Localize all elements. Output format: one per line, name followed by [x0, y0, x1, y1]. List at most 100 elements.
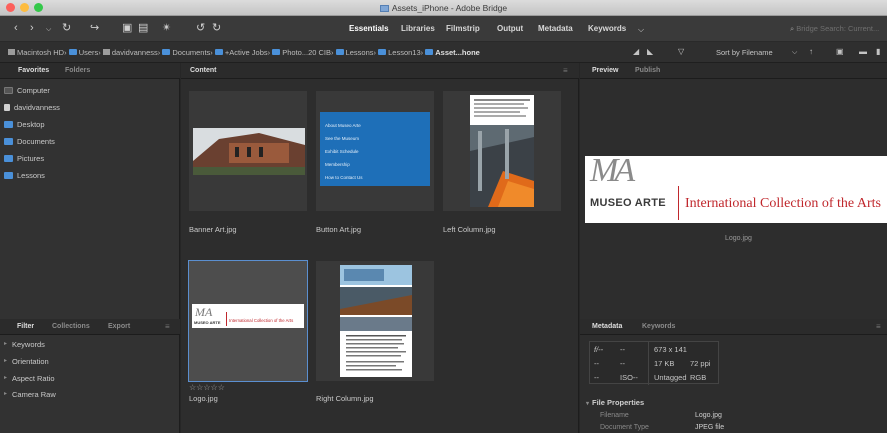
logo-tagline-small: International Collection of the Arts — [229, 318, 294, 323]
filter-item-keywords[interactable]: ▸ Keywords — [4, 340, 45, 349]
boomerang-icon[interactable]: ↪ — [90, 22, 99, 34]
search-input[interactable]: ⌕ Bridge Search: Current... — [790, 22, 882, 36]
tab-favorites[interactable]: Favorites — [18, 67, 49, 74]
thumbnail-left-column[interactable] — [443, 91, 561, 211]
folder-icon — [272, 49, 281, 55]
thumbnail-logo[interactable]: MA MUSEO ARTE International Collection o… — [188, 260, 308, 382]
rating-stars[interactable]: ☆☆☆☆☆ — [189, 383, 225, 392]
workspace-keywords[interactable]: Keywords — [588, 24, 626, 33]
tab-content[interactable]: Content — [190, 67, 216, 74]
panel-menu-icon[interactable]: ≡ — [563, 66, 568, 75]
button-art-menu-line: How to Contact Us — [325, 175, 363, 180]
dropdown-chevron-icon[interactable]: ⌵ — [46, 24, 51, 36]
panel-menu-icon[interactable]: ≡ — [165, 322, 170, 331]
tab-filter[interactable]: Filter — [17, 323, 34, 330]
right-panel: Preview Publish MA MUSEO ARTE Internatio… — [580, 63, 887, 433]
sort-chevron-icon[interactable]: ⌵ — [792, 49, 797, 57]
breadcrumb-item-active-jobs[interactable]: +Active Jobs — [214, 48, 268, 57]
workspace-filmstrip[interactable]: Filmstrip — [446, 24, 480, 33]
breadcrumb-item-assets[interactable]: Asset...hone — [425, 48, 480, 57]
rotate-left-icon[interactable]: ↺ — [196, 22, 205, 34]
preview-panel-header: Preview Publish — [580, 63, 887, 79]
dimensions-value: 673 x 141 — [654, 345, 687, 354]
favorites-panel-header: Favorites Folders — [0, 63, 180, 79]
banner-art-image — [193, 128, 305, 175]
new-folder-icon[interactable]: ▬ — [859, 47, 867, 56]
open-recent-icon[interactable]: ▣ — [836, 47, 844, 56]
thumbnail-button-art[interactable]: About Museo Arte See the Museum Exhibit … — [316, 91, 434, 211]
favorite-item-computer[interactable]: Computer — [4, 86, 50, 95]
flash-value: -- — [620, 359, 625, 368]
tab-folders[interactable]: Folders — [65, 67, 90, 74]
filter-items-icon[interactable]: ▽ — [678, 47, 684, 56]
home-icon — [102, 49, 110, 55]
sort-dropdown[interactable]: Sort by Filename — [716, 48, 773, 57]
property-label-document-type: Document Type — [600, 424, 649, 431]
color-profile-value: Untagged — [654, 373, 687, 382]
workspace-output[interactable]: Output — [497, 24, 523, 33]
file-properties-section[interactable]: ▾ File Properties — [586, 398, 644, 407]
property-label-filename: Filename — [600, 412, 629, 419]
content-panel: Content ≡ Banner Art.jpg About Museo Art… — [181, 63, 579, 433]
thumbnail-label: Button Art.jpg — [316, 225, 362, 234]
button-art-image: About Museo Arte See the Museum Exhibit … — [320, 112, 430, 186]
favorite-item-davidvanness[interactable]: davidvanness — [4, 103, 60, 112]
folder-icon — [162, 49, 171, 55]
workspace-libraries[interactable]: Libraries — [401, 24, 435, 33]
tab-collections[interactable]: Collections — [52, 323, 90, 330]
favorite-item-lessons[interactable]: Lessons — [4, 171, 45, 180]
breadcrumb-item-lessons[interactable]: Lessons — [335, 48, 374, 57]
trash-icon[interactable]: ▮ — [876, 47, 880, 56]
recent-history-icon[interactable]: ↻ — [62, 22, 71, 34]
metering-value: -- — [594, 373, 599, 382]
favorite-item-pictures[interactable]: Pictures — [4, 154, 44, 163]
workspace-essentials[interactable]: Essentials — [349, 24, 389, 33]
panel-menu-icon[interactable]: ≡ — [876, 322, 881, 331]
breadcrumb-item-davidvanness[interactable]: davidvanness — [102, 48, 158, 57]
thumbnail-label: Left Column.jpg — [443, 225, 496, 234]
tab-keywords[interactable]: Keywords — [642, 323, 675, 330]
tab-preview[interactable]: Preview — [592, 67, 618, 74]
tab-publish[interactable]: Publish — [635, 67, 660, 74]
tab-export[interactable]: Export — [108, 323, 130, 330]
sort-ascending-icon[interactable]: ↑ — [809, 47, 813, 56]
folder-icon — [214, 49, 223, 55]
folder-icon — [378, 49, 387, 55]
breadcrumb-item-macintosh-hd[interactable]: Macintosh HD — [8, 48, 64, 57]
button-art-menu-line: Membership — [325, 162, 350, 167]
refine-icon[interactable]: ▤ — [138, 22, 148, 34]
breadcrumb-item-lesson13[interactable]: Lesson13 — [378, 48, 421, 57]
workspace-metadata[interactable]: Metadata — [538, 24, 573, 33]
workspace-menu-chevron-icon[interactable]: ⌵ — [638, 24, 644, 36]
breadcrumb: Macintosh HD› Users› davidvanness› Docum… — [8, 48, 480, 57]
aperture-value: f/-- — [594, 345, 604, 354]
folder-icon — [4, 138, 13, 145]
camera-icon[interactable]: ▣ — [122, 22, 132, 34]
left-panel: Favorites Folders Computer davidvanness … — [0, 63, 180, 433]
rotate-right-icon[interactable]: ↻ — [212, 22, 221, 34]
tab-metadata[interactable]: Metadata — [592, 323, 622, 330]
filter-item-camera-raw[interactable]: ▸ Camera Raw — [4, 390, 56, 399]
property-value-document-type: JPEG file — [695, 424, 725, 431]
filter-item-aspect-ratio[interactable]: ▸ Aspect Ratio — [4, 374, 55, 383]
iso-value: ISO-- — [620, 373, 638, 382]
rating-filter-icon[interactable]: ◣ — [647, 47, 653, 56]
disclosure-triangle-icon: ▸ — [4, 358, 8, 364]
favorite-item-desktop[interactable]: Desktop — [4, 120, 45, 129]
thumbnail-right-column[interactable] — [316, 261, 434, 381]
thumbnail-banner-art[interactable] — [189, 91, 307, 211]
favorite-item-documents[interactable]: Documents — [4, 137, 55, 146]
logo-name-small: MUSEO ARTE — [194, 320, 221, 325]
open-in-camera-raw-icon[interactable]: ✴ — [162, 22, 171, 34]
back-icon[interactable]: ‹ — [14, 22, 18, 34]
filter-item-orientation[interactable]: ▸ Orientation — [4, 357, 49, 366]
breadcrumb-item-documents[interactable]: Documents — [162, 48, 210, 57]
breadcrumb-item-photo-cib[interactable]: Photo...20 CIB — [272, 48, 331, 57]
exposure-value: -- — [594, 359, 599, 368]
button-art-menu-line: Exhibit Schedule — [325, 149, 359, 154]
quality-icon[interactable]: ◢ — [633, 47, 639, 56]
breadcrumb-item-users[interactable]: Users — [68, 48, 98, 57]
right-column-image — [340, 265, 412, 377]
color-mode-value: RGB — [690, 373, 707, 382]
forward-icon[interactable]: › — [30, 22, 34, 34]
